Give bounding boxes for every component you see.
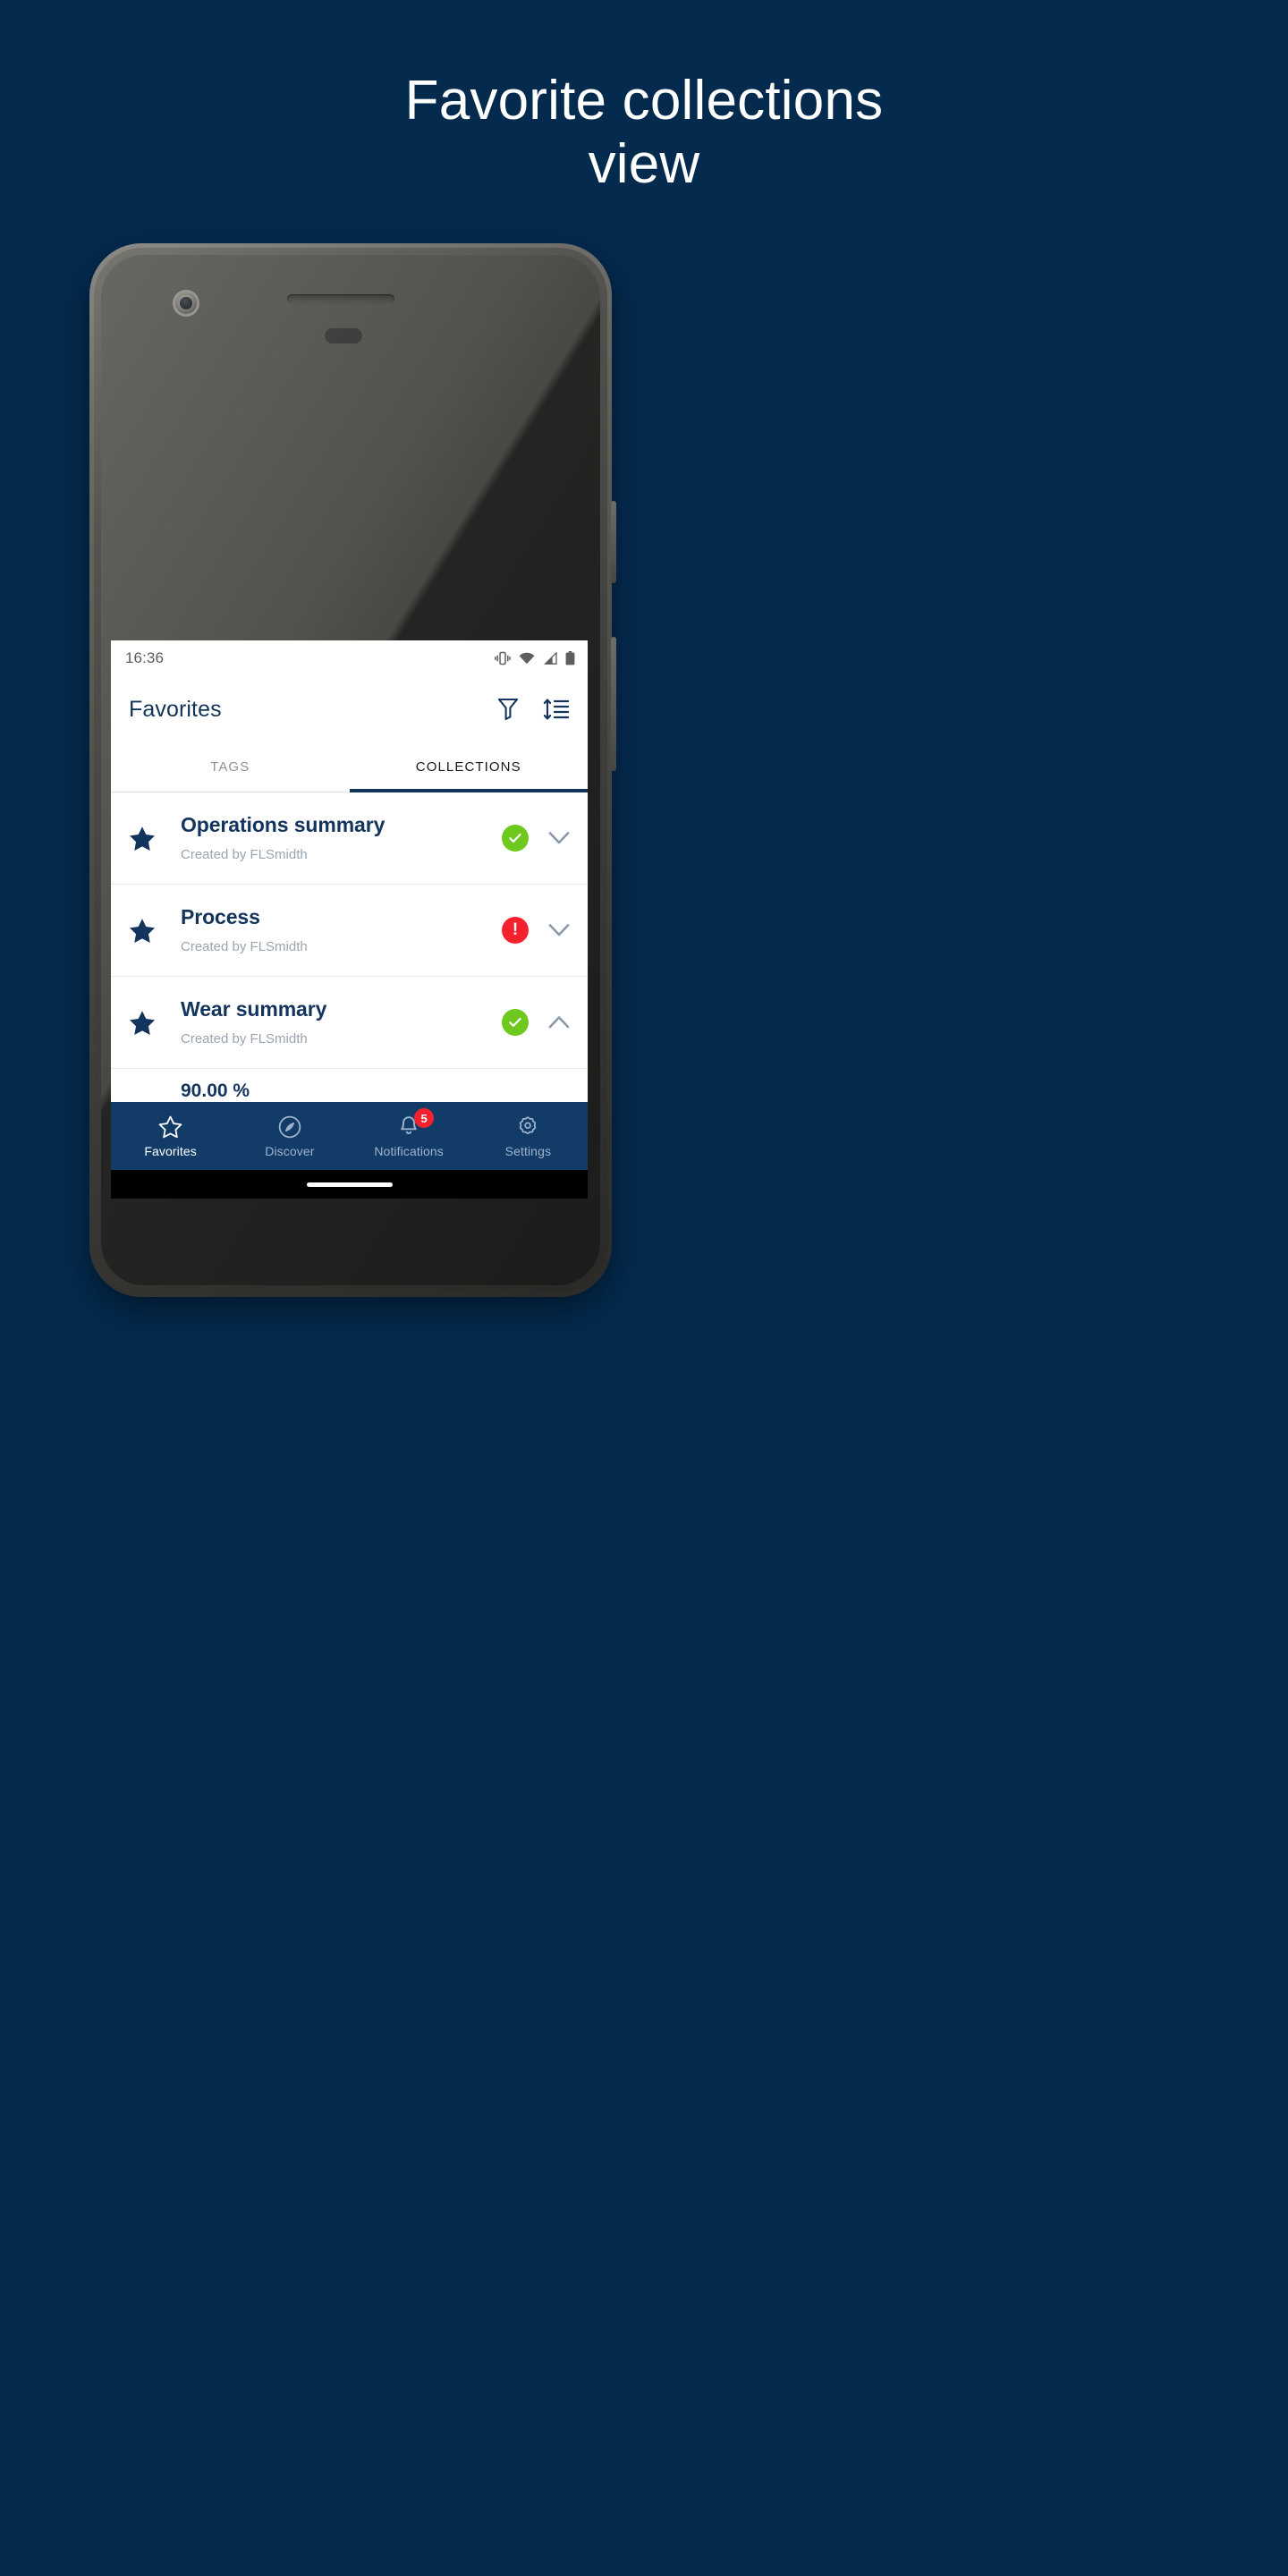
- collection-row-right: !: [502, 917, 572, 944]
- nav-item-notifications[interactable]: 5 Notifications: [350, 1108, 469, 1158]
- nav-item-label: Discover: [265, 1144, 315, 1158]
- collection-subtitle: Created by FLSmidth: [181, 1031, 308, 1046]
- status-badge-ok: [502, 1009, 529, 1036]
- tab-collections[interactable]: COLLECTIONS: [349, 742, 589, 792]
- collection-row-text: Process Created by FLSmidth: [181, 905, 502, 954]
- collection-row-right: [502, 1009, 572, 1036]
- front-camera-icon: [173, 290, 199, 317]
- power-button[interactable]: [611, 501, 616, 583]
- phone-screen: 16:36 Favorites TAGS COLLECTIONS Operati…: [111, 640, 588, 1199]
- collection-row-text: Wear summary Created by FLSmidth: [181, 999, 502, 1046]
- nav-item-label: Settings: [504, 1144, 552, 1158]
- promo-headline-line-2: view: [588, 132, 700, 195]
- nav-item-label: Notifications: [374, 1144, 444, 1158]
- notifications-badge: 5: [414, 1108, 435, 1128]
- nav-item-discover[interactable]: Discover: [230, 1114, 349, 1157]
- proximity-sensor: [325, 328, 362, 343]
- chevron-up-icon[interactable]: [547, 1010, 572, 1035]
- collection-title: Wear summary: [181, 997, 327, 1021]
- collection-subtitle: Created by FLSmidth: [181, 939, 308, 954]
- detail-value: 90.00 %: [181, 1080, 250, 1101]
- filter-icon[interactable]: [496, 697, 520, 722]
- collection-subtitle: Created by FLSmidth: [181, 847, 308, 862]
- volume-button[interactable]: [611, 637, 616, 771]
- status-badge-ok: [502, 825, 529, 852]
- cell-signal-icon: [543, 652, 557, 665]
- app-bar: Favorites: [111, 676, 588, 742]
- app-bar-actions: [496, 697, 570, 722]
- status-bar-clock: 16:36: [125, 649, 165, 666]
- wifi-icon: [519, 652, 535, 665]
- collection-row-wear-summary[interactable]: Wear summary Created by FLSmidth: [111, 977, 588, 1069]
- sort-icon[interactable]: [543, 697, 570, 722]
- tab-bar: TAGS COLLECTIONS: [111, 742, 588, 792]
- tab-tags-label: TAGS: [210, 759, 250, 775]
- home-indicator[interactable]: [306, 1182, 393, 1187]
- compass-icon: [278, 1114, 301, 1139]
- collection-row-text: Operations summary Created by FLSmidth: [181, 813, 502, 862]
- promo-headline-line-1: Favorite collections: [404, 70, 884, 131]
- status-bar: 16:36: [111, 640, 588, 676]
- status-bar-icons: [495, 651, 575, 665]
- nav-item-settings[interactable]: Settings: [469, 1114, 588, 1157]
- collection-row-process[interactable]: Process Created by FLSmidth !: [111, 885, 588, 977]
- status-badge-alert: !: [502, 917, 529, 944]
- tab-collections-label: COLLECTIONS: [415, 759, 521, 775]
- nav-item-label: Favorites: [144, 1144, 197, 1158]
- bell-icon: 5: [398, 1108, 435, 1139]
- exclamation-icon: !: [512, 920, 519, 939]
- favorite-star-icon[interactable]: [129, 1010, 181, 1036]
- battery-icon: [565, 651, 575, 665]
- collection-row-operations-summary[interactable]: Operations summary Created by FLSmidth: [111, 792, 588, 885]
- collection-title: Operations summary: [181, 813, 386, 836]
- earpiece-speaker: [287, 294, 394, 304]
- collection-title: Process: [181, 905, 260, 928]
- favorite-star-icon[interactable]: [129, 918, 181, 944]
- chevron-down-icon[interactable]: [547, 918, 572, 943]
- bottom-navigation-bar: Favorites Discover 5 Notifications Setti…: [111, 1102, 588, 1170]
- gear-icon: [516, 1114, 539, 1139]
- vibrate-icon: [495, 651, 511, 665]
- star-outline-icon: [158, 1114, 182, 1139]
- page-title: Favorites: [129, 696, 222, 722]
- collection-row-right: [502, 825, 572, 852]
- tab-tags[interactable]: TAGS: [111, 742, 350, 792]
- home-gesture-bar[interactable]: [111, 1170, 588, 1199]
- promo-headline: Favorite collections view: [0, 70, 1288, 196]
- favorite-star-icon[interactable]: [129, 826, 181, 852]
- nav-item-favorites[interactable]: Favorites: [111, 1114, 230, 1157]
- chevron-down-icon[interactable]: [547, 826, 572, 851]
